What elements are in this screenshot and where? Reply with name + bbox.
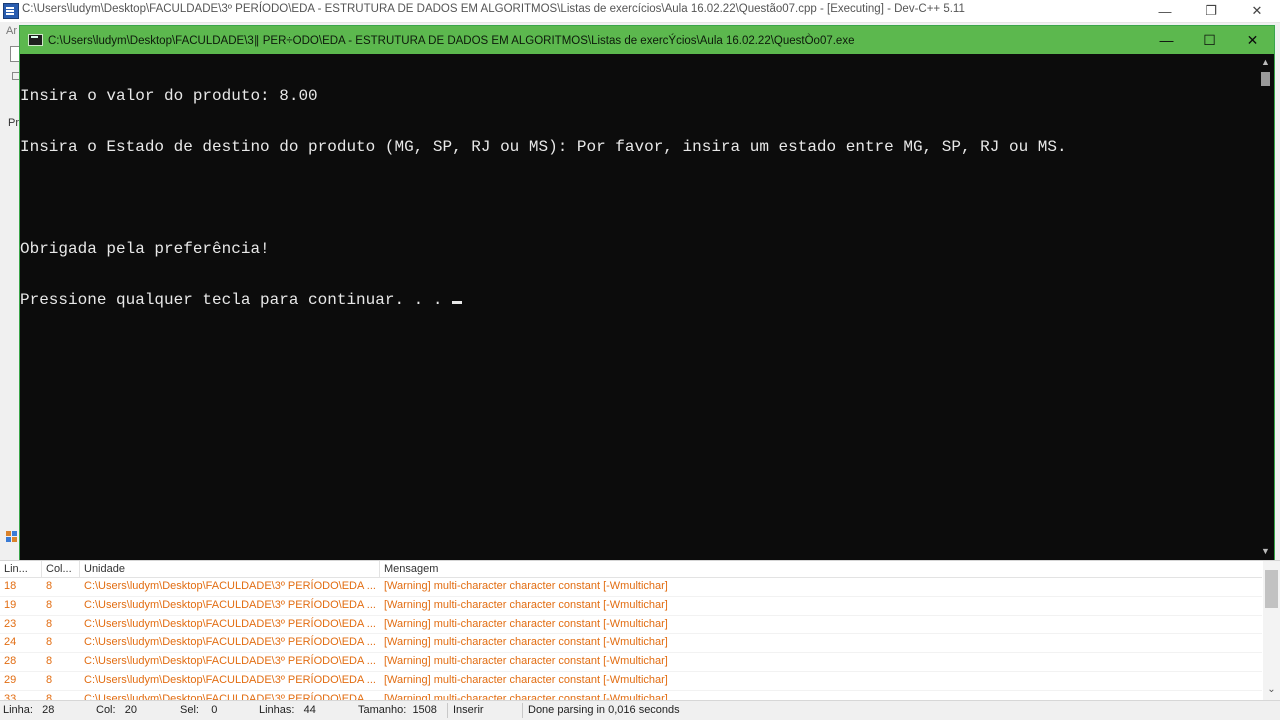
header-line[interactable]: Lin... — [0, 561, 42, 577]
row-message: [Warning] multi-character character cons… — [384, 636, 668, 649]
devcpp-left-edge: Ar Pr — [0, 22, 20, 542]
devcpp-window-controls: — ❐ ✕ — [1142, 0, 1280, 22]
table-row[interactable]: 19 8 C:\Users\ludym\Desktop\FACULDADE\3º… — [0, 597, 1262, 616]
status-col-value: 20 — [124, 704, 137, 716]
console-line: Obrigada pela preferência! — [20, 240, 270, 258]
messages-table-header: Lin... Col... Unidade Mensagem — [0, 561, 1262, 578]
row-unit: C:\Users\ludym\Desktop\FACULDADE\3º PERÍ… — [84, 655, 376, 668]
console-prompt-line: Pressione qualquer tecla para continuar.… — [20, 292, 1256, 309]
status-line-label: Linha: — [3, 704, 33, 716]
status-parse: Done parsing in 0,016 seconds — [528, 704, 680, 716]
console-maximize-button[interactable]: ☐ — [1188, 26, 1231, 54]
status-mode: Inserir — [453, 704, 484, 716]
header-unit[interactable]: Unidade — [80, 561, 380, 577]
row-line: 29 — [4, 673, 17, 686]
table-row[interactable]: 29 8 C:\Users\ludym\Desktop\FACULDADE\3º… — [0, 672, 1262, 691]
table-row[interactable]: 23 8 C:\Users\ludym\Desktop\FACULDADE\3º… — [0, 616, 1262, 635]
row-message: [Warning] multi-character character cons… — [384, 598, 668, 611]
status-line: Linha: 28 — [3, 704, 54, 716]
status-sel-label: Sel: — [180, 704, 199, 716]
status-bar: Linha: 28 Col: 20 Sel: 0 Linhas: 44 Tama… — [0, 700, 1280, 720]
row-message: [Warning] multi-character character cons… — [384, 617, 668, 630]
status-divider — [522, 703, 523, 718]
table-row[interactable]: 24 8 C:\Users\ludym\Desktop\FACULDADE\3º… — [0, 634, 1262, 654]
header-message[interactable]: Mensagem — [380, 561, 1262, 577]
row-unit: C:\Users\ludym\Desktop\FACULDADE\3º PERÍ… — [84, 580, 376, 592]
console-window[interactable]: C:\Users\ludym\Desktop\FACULDADE\3∥ PER÷… — [19, 25, 1275, 562]
row-col: 8 — [46, 617, 53, 630]
status-lines-value: 44 — [303, 704, 316, 716]
console-minimize-button[interactable]: — — [1145, 26, 1188, 54]
devcpp-restore-button[interactable]: ❐ — [1188, 0, 1234, 22]
compiler-messages-panel: Lin... Col... Unidade Mensagem 18 8 C:\U… — [0, 560, 1280, 710]
devcpp-close-button[interactable]: ✕ — [1234, 0, 1280, 22]
status-size-value: 1508 — [412, 704, 437, 716]
console-app-icon — [28, 34, 43, 46]
row-line: 28 — [4, 655, 17, 668]
row-col: 8 — [46, 598, 53, 611]
status-size-label: Tamanho: — [358, 704, 407, 716]
row-unit: C:\Users\ludym\Desktop\FACULDADE\3º PERÍ… — [84, 617, 376, 630]
console-output[interactable]: Insira o valor do produto: 8.00 Insira o… — [20, 54, 1256, 559]
devcpp-minimize-button[interactable]: — — [1142, 0, 1188, 22]
status-size: Tamanho: 1508 — [358, 704, 437, 716]
status-lines: Linhas: 44 — [259, 704, 316, 716]
menu-stub-text[interactable]: Ar — [6, 25, 17, 37]
row-col: 8 — [46, 673, 53, 686]
status-col: Col: 20 — [96, 704, 137, 716]
console-window-title: C:\Users\ludym\Desktop\FACULDADE\3∥ PER÷… — [48, 35, 855, 47]
devcpp-app-icon — [3, 3, 19, 19]
row-line: 18 — [4, 580, 17, 592]
status-sel: Sel: 0 — [180, 704, 217, 716]
row-line: 24 — [4, 636, 17, 649]
console-line: Insira o valor do produto: 8.00 — [20, 87, 318, 105]
status-lines-label: Linhas: — [259, 704, 295, 716]
row-unit: C:\Users\ludym\Desktop\FACULDADE\3º PERÍ… — [84, 636, 376, 649]
project-tab-stub[interactable]: Pr — [8, 117, 19, 129]
row-col: 8 — [46, 655, 53, 668]
console-close-button[interactable]: ✕ — [1231, 26, 1274, 54]
devcpp-window-title: C:\Users\ludym\Desktop\FACULDADE\3º PERÍ… — [22, 3, 965, 15]
row-message: [Warning] multi-character character cons… — [384, 655, 668, 668]
devcpp-titlebar: C:\Users\ludym\Desktop\FACULDADE\3º PERÍ… — [0, 0, 1280, 23]
header-col[interactable]: Col... — [42, 561, 80, 577]
row-unit: C:\Users\ludym\Desktop\FACULDADE\3º PERÍ… — [84, 673, 376, 686]
compiler-tab-icon[interactable] — [6, 531, 18, 543]
chevron-down-icon[interactable]: ⌄ — [1263, 684, 1280, 695]
console-scroll-thumb[interactable] — [1261, 72, 1270, 86]
messages-table-body: 18 8 C:\Users\ludym\Desktop\FACULDADE\3º… — [0, 578, 1262, 710]
row-message: [Warning] multi-character character cons… — [384, 580, 668, 592]
console-line: Pressione qualquer tecla para continuar.… — [20, 291, 453, 309]
status-divider — [447, 703, 448, 718]
console-scrollbar[interactable]: ▲ ▼ — [1257, 54, 1274, 559]
scroll-down-icon[interactable]: ▼ — [1257, 543, 1274, 559]
console-window-controls: — ☐ ✕ — [1145, 26, 1274, 54]
row-col: 8 — [46, 636, 53, 649]
text-cursor — [452, 301, 463, 304]
messages-scrollbar[interactable]: ⌄ — [1263, 561, 1280, 701]
scroll-up-icon[interactable]: ▲ — [1257, 54, 1274, 70]
status-line-value: 28 — [42, 704, 55, 716]
table-row[interactable]: 18 8 C:\Users\ludym\Desktop\FACULDADE\3º… — [0, 578, 1262, 597]
row-col: 8 — [46, 580, 53, 592]
messages-scroll-thumb[interactable] — [1265, 570, 1278, 608]
row-line: 19 — [4, 598, 17, 611]
status-sel-value: 0 — [211, 704, 218, 716]
row-message: [Warning] multi-character character cons… — [384, 673, 668, 686]
row-unit: C:\Users\ludym\Desktop\FACULDADE\3º PERÍ… — [84, 598, 376, 611]
console-titlebar[interactable]: C:\Users\ludym\Desktop\FACULDADE\3∥ PER÷… — [20, 26, 1274, 54]
table-row[interactable]: 28 8 C:\Users\ludym\Desktop\FACULDADE\3º… — [0, 653, 1262, 672]
console-line: Insira o Estado de destino do produto (M… — [20, 138, 1067, 156]
status-col-label: Col: — [96, 704, 116, 716]
row-line: 23 — [4, 617, 17, 630]
